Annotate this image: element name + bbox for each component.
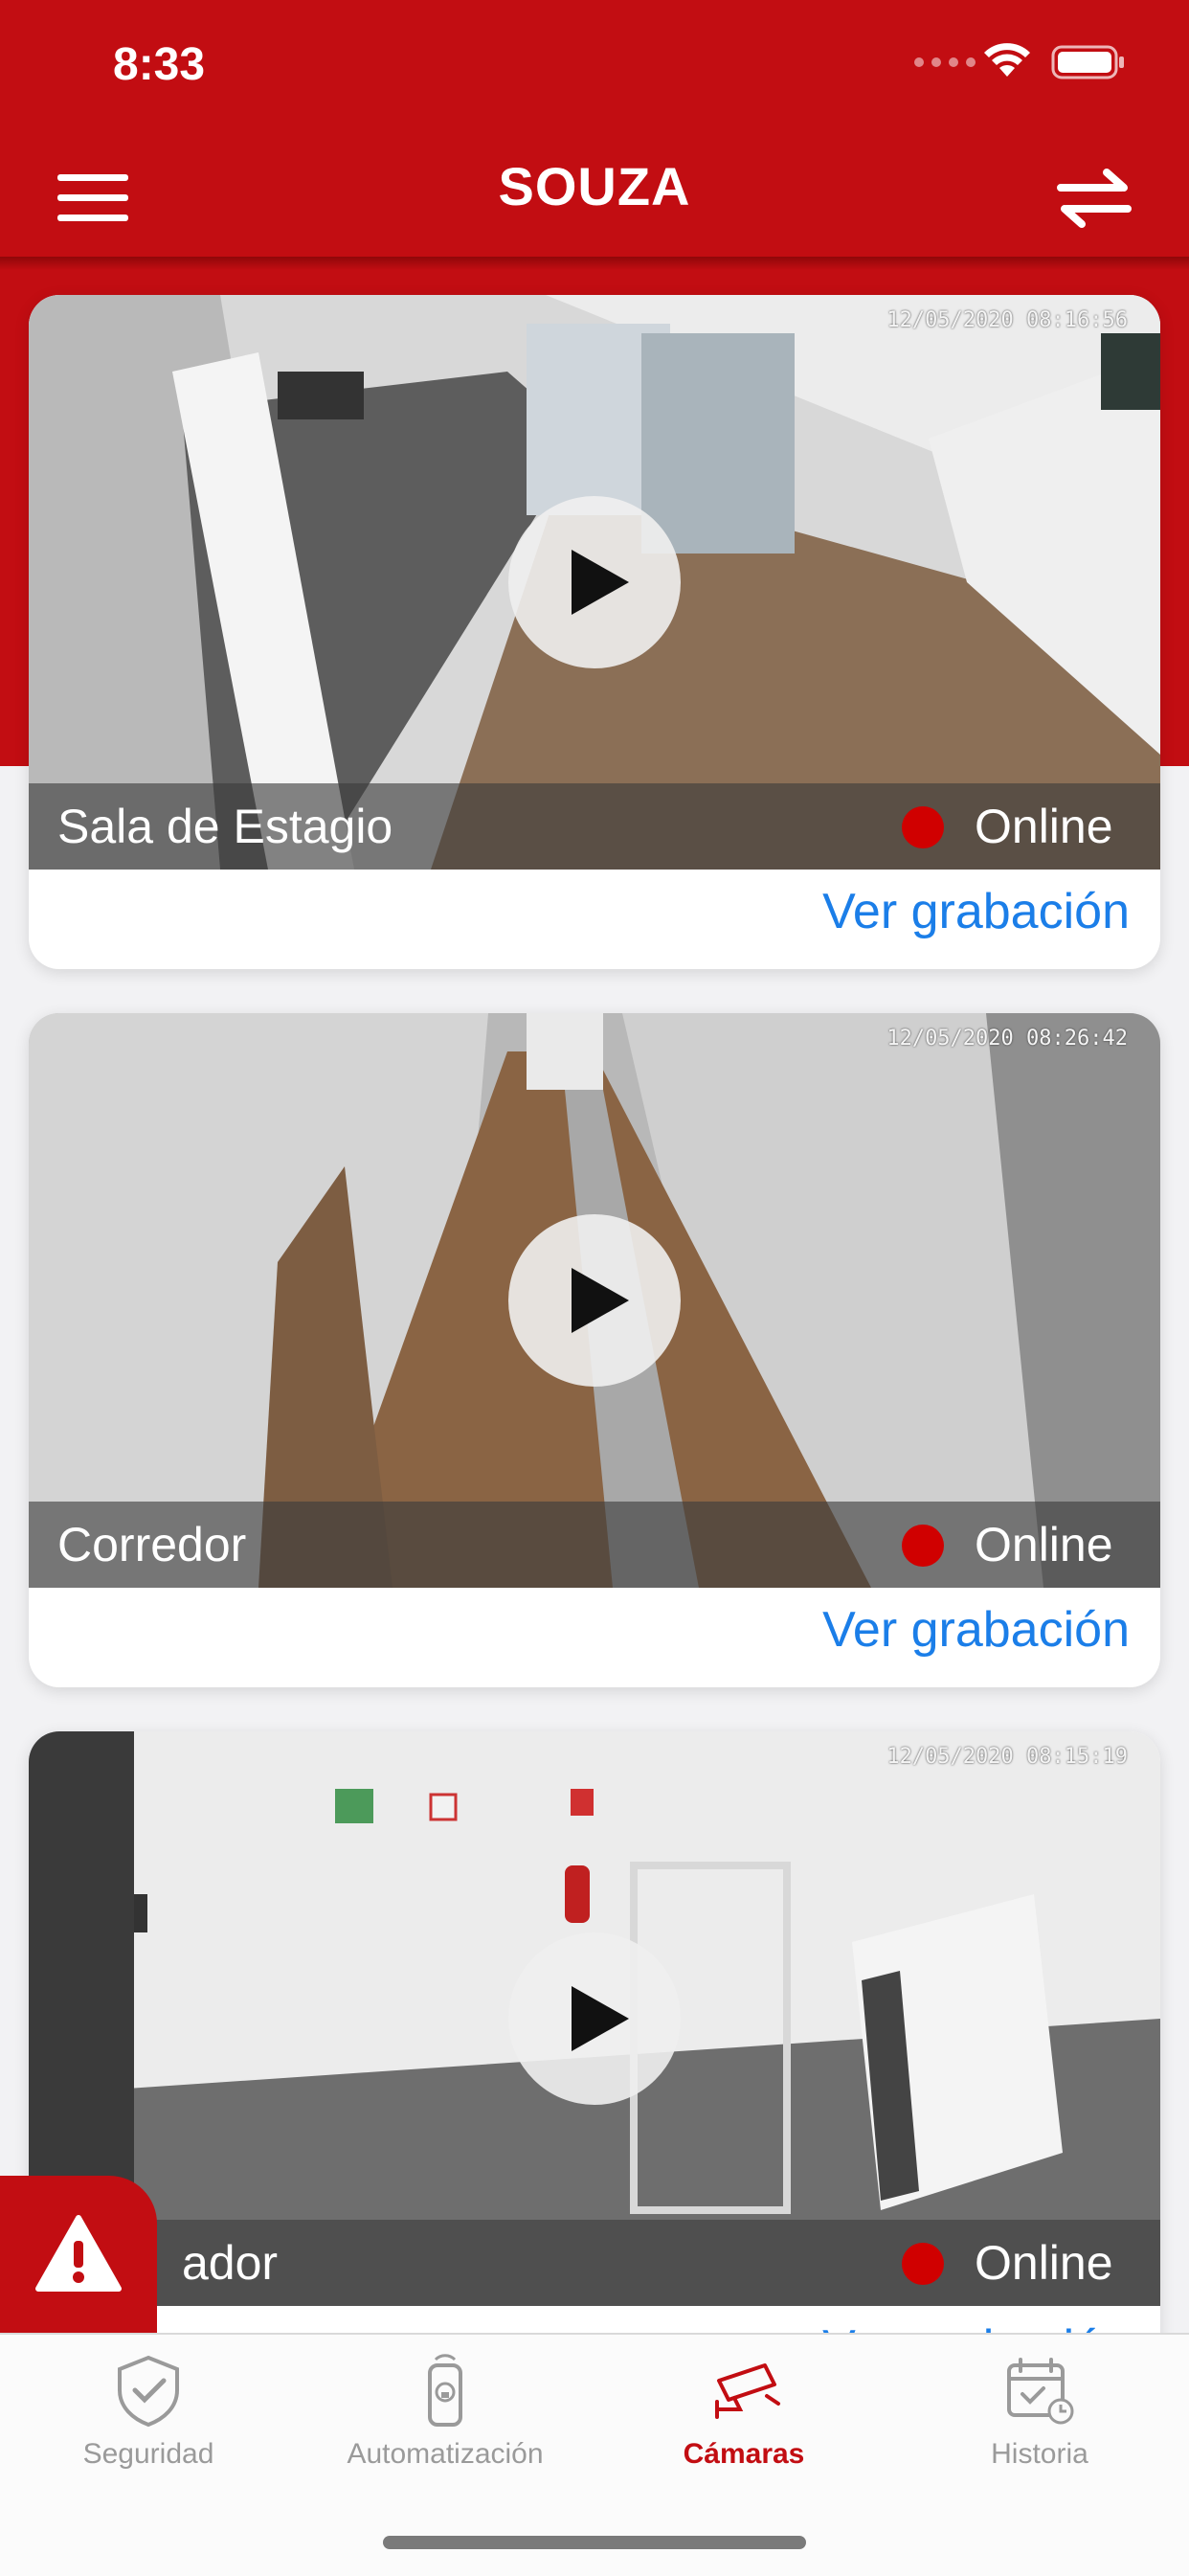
tab-historia[interactable]: Historia <box>896 2352 1183 2471</box>
tab-label: Automatización <box>347 2438 544 2470</box>
online-status-dot <box>902 1525 944 1567</box>
view-recording-link[interactable]: Ver grabación <box>822 883 1130 940</box>
video-timestamp: 12/05/2020 08:16:56 <box>886 308 1128 332</box>
camera-video-preview[interactable]: 12/05/2020 08:16:56 Sala de Estagio Onli… <box>29 295 1160 870</box>
tab-seguridad[interactable]: Seguridad <box>5 2352 292 2471</box>
camera-card: 12/05/2020 08:16:56 Sala de Estagio Onli… <box>29 295 1160 969</box>
cellular-signal-icon <box>914 57 976 67</box>
calendar-history-icon <box>1007 2358 1074 2425</box>
wifi-icon <box>984 43 1030 77</box>
play-icon <box>572 550 629 615</box>
play-button[interactable] <box>508 1214 681 1387</box>
online-status-dot <box>902 2243 944 2285</box>
warning-icon <box>35 2215 122 2292</box>
tab-label: Seguridad <box>82 2438 214 2470</box>
camera-caption: ador Online <box>29 2220 1160 2306</box>
camera-caption: Sala de Estagio Online <box>29 783 1160 870</box>
tab-automatizacion[interactable]: Automatización <box>302 2352 589 2471</box>
status-time: 8:33 <box>113 39 206 90</box>
tab-label: Cámaras <box>683 2438 805 2470</box>
camera-caption: Corredor Online <box>29 1502 1160 1588</box>
play-icon <box>572 1986 629 2051</box>
shield-check-icon <box>118 2355 179 2428</box>
home-indicator <box>383 2536 806 2549</box>
camera-name: Corredor <box>57 1518 247 1571</box>
camera-card: 12/05/2020 08:15:19 ador Online Ver grab… <box>29 1731 1160 2406</box>
security-camera-icon <box>715 2363 780 2419</box>
panic-alert-button[interactable] <box>0 2176 157 2340</box>
camera-card: 12/05/2020 08:26:42 Corredor Online Ver … <box>29 1013 1160 1687</box>
camera-status: Online <box>975 2236 1113 2290</box>
card-footer: Ver grabación <box>29 1588 1160 1687</box>
play-icon <box>572 1268 629 1333</box>
swap-arrows-icon[interactable] <box>1051 153 1137 239</box>
battery-icon <box>1051 45 1124 79</box>
view-recording-link[interactable]: Ver grabación <box>822 1601 1130 1659</box>
camera-status: Online <box>975 1518 1113 1571</box>
video-timestamp: 12/05/2020 08:26:42 <box>886 1027 1128 1051</box>
navigation-bar: SOUZA <box>0 134 1189 259</box>
card-footer: Ver grabación <box>29 870 1160 969</box>
online-status-dot <box>902 806 944 848</box>
camera-video-preview[interactable]: 12/05/2020 08:26:42 Corredor Online <box>29 1013 1160 1588</box>
camera-video-preview[interactable]: 12/05/2020 08:15:19 ador Online <box>29 1731 1160 2306</box>
status-bar: 8:33 <box>0 0 1189 134</box>
play-button[interactable] <box>508 1932 681 2105</box>
tab-label: Historia <box>991 2438 1088 2470</box>
tab-camaras[interactable]: Cámaras <box>600 2352 887 2471</box>
play-button[interactable] <box>508 496 681 668</box>
page-title: SOUZA <box>498 156 691 216</box>
camera-name: ador <box>182 2236 279 2290</box>
video-timestamp: 12/05/2020 08:15:19 <box>886 1745 1128 1769</box>
camera-name: Sala de Estagio <box>57 800 393 853</box>
camera-status: Online <box>975 800 1113 853</box>
remote-control-icon <box>428 2354 462 2427</box>
header-shadow <box>0 257 1189 270</box>
